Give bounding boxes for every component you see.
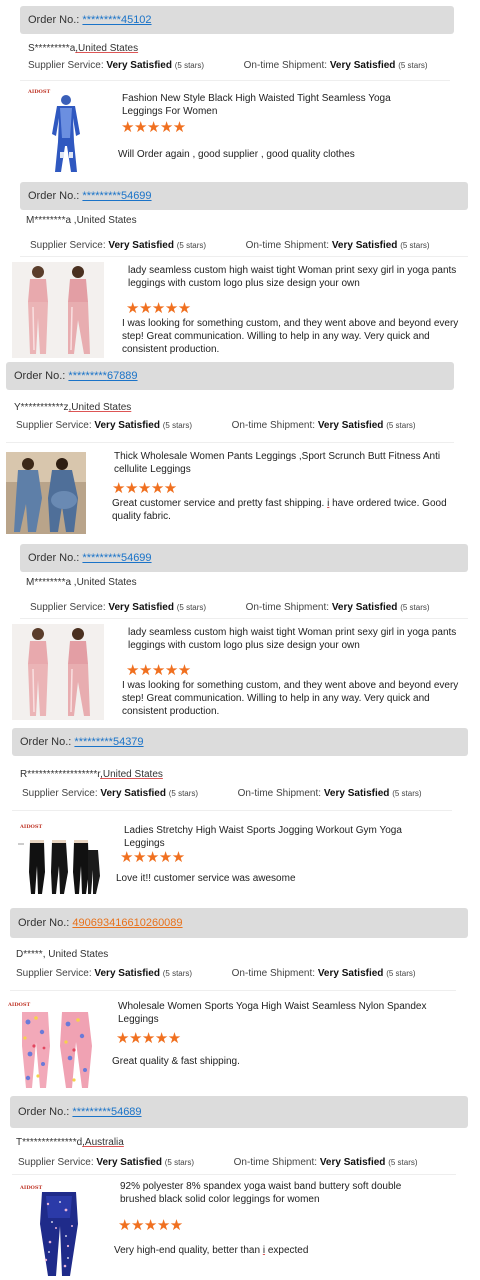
review-text: Will Order again , good supplier , good … <box>118 149 355 160</box>
review-card: Order No.: *********67889 Y***********z,… <box>0 362 480 542</box>
review-card: Order No.: *********54379 R*************… <box>0 724 480 906</box>
rating-stars: ★★★★★ <box>121 119 186 136</box>
divider <box>20 618 468 619</box>
divider <box>20 80 450 81</box>
review-card: Order No.: *********54689 T*************… <box>0 1094 480 1280</box>
rating-stars: ★★★★★ <box>112 480 177 497</box>
buyer-location: M********a ,United States <box>26 577 137 588</box>
review-card: Order No.: 490693416610260089 D*****, Un… <box>0 906 480 1094</box>
svg-text:AIDOST: AIDOST <box>19 824 43 830</box>
order-label: Order No.: <box>14 370 66 382</box>
product-thumbnail[interactable]: AIDOST <box>24 86 104 176</box>
product-thumbnail[interactable] <box>12 624 104 720</box>
product-title[interactable]: lady seamless custom high waist tight Wo… <box>128 626 464 652</box>
rating-stars: ★★★★★ <box>118 1217 183 1234</box>
review-card: Order No.: *********54699 M********a ,Un… <box>0 180 480 362</box>
review-text: I was looking for something custom, and … <box>122 318 459 355</box>
service-ratings: Supplier Service: Very Satisfied (5 star… <box>30 602 430 613</box>
product-title[interactable]: lady seamless custom high waist tight Wo… <box>128 264 464 290</box>
order-number-bar: Order No.: *********67889 <box>6 362 454 390</box>
divider <box>10 990 456 991</box>
rating-stars: ★★★★★ <box>116 1030 181 1047</box>
order-number-bar: Order No.: *********45102 <box>20 6 454 34</box>
svg-text:AIDOST: AIDOST <box>27 89 51 95</box>
floral-leggings-icon: AIDOST <box>8 1002 92 1088</box>
buyer-location: T**************d,Australia <box>16 1137 124 1148</box>
pink-leggings-models-icon <box>12 262 104 358</box>
product-title[interactable]: Fashion New Style Black High Waisted Tig… <box>122 92 412 118</box>
order-number-bar: Order No.: *********54699 <box>20 182 468 210</box>
black-leggings-icon: AIDOST <box>18 824 100 894</box>
rating-stars: ★★★★★ <box>120 849 185 866</box>
order-label: Order No.: <box>18 1106 70 1118</box>
product-thumbnail[interactable]: AIDOST <box>8 998 100 1092</box>
svg-text:AIDOST: AIDOST <box>8 1002 31 1008</box>
order-number-bar: Order No.: *********54689 <box>10 1096 468 1128</box>
buyer-location: D*****, United States <box>16 949 109 960</box>
service-ratings: Supplier Service: Very Satisfied (5 star… <box>16 420 416 431</box>
order-number-bar: Order No.: *********54379 <box>12 728 468 756</box>
blue-bodysuit-icon: AIDOST <box>27 89 80 172</box>
galaxy-leggings-icon: AIDOST <box>19 1185 78 1276</box>
order-number-link[interactable]: *********45102 <box>82 14 151 26</box>
product-thumbnail[interactable] <box>12 262 104 358</box>
service-ratings: Supplier Service: Very Satisfied (5 star… <box>16 968 416 979</box>
rating-stars: ★★★★★ <box>126 662 191 679</box>
review-card: Order No.: *********54699 M********a ,Un… <box>0 542 480 724</box>
buyer-location: R******************r,United States <box>20 769 163 780</box>
order-number-link[interactable]: *********54379 <box>74 736 143 748</box>
order-number-bar: Order No.: *********54699 <box>20 544 468 572</box>
order-number-bar: Order No.: 490693416610260089 <box>10 908 468 938</box>
denim-leggings-models-icon <box>6 452 86 534</box>
order-label: Order No.: <box>18 917 70 929</box>
order-number-link[interactable]: *********54699 <box>82 190 151 202</box>
divider <box>20 256 468 257</box>
order-number-link[interactable]: *********54689 <box>72 1106 141 1118</box>
order-number-link[interactable]: 490693416610260089 <box>72 917 182 929</box>
buyer-location: S*********a,United States <box>28 43 139 54</box>
order-label: Order No.: <box>20 736 72 748</box>
divider <box>12 810 452 811</box>
order-label: Order No.: <box>28 552 80 564</box>
product-title[interactable]: Thick Wholesale Women Pants Leggings ,Sp… <box>114 450 444 476</box>
review-text: Love it!! customer service was awesome <box>116 873 296 884</box>
product-thumbnail[interactable] <box>6 452 86 534</box>
svg-text:AIDOST: AIDOST <box>19 1185 43 1191</box>
product-title[interactable]: Ladies Stretchy High Waist Sports Joggin… <box>124 824 440 850</box>
product-thumbnail[interactable]: AIDOST <box>16 1182 100 1278</box>
rating-stars: ★★★★★ <box>126 300 191 317</box>
product-title[interactable]: 92% polyester 8% spandex yoga waist band… <box>120 1180 440 1206</box>
pink-leggings-models-icon <box>12 624 104 720</box>
order-number-link[interactable]: *********67889 <box>68 370 137 382</box>
review-text: Very high-end quality, better than i exp… <box>114 1245 309 1256</box>
divider <box>6 442 454 443</box>
buyer-location: M********a ,United States <box>26 215 137 226</box>
service-ratings: Supplier Service: Very Satisfied (5 star… <box>28 60 428 71</box>
divider <box>12 1174 456 1175</box>
order-label: Order No.: <box>28 14 80 26</box>
buyer-location: Y***********z,United States <box>14 402 132 413</box>
review-text: I was looking for something custom, and … <box>122 680 459 717</box>
product-title[interactable]: Wholesale Women Sports Yoga High Waist S… <box>118 1000 440 1026</box>
review-card: Order No.: *********45102 S*********a,Un… <box>0 0 480 180</box>
review-text: Great quality & fast shipping. <box>112 1056 240 1067</box>
order-number-link[interactable]: *********54699 <box>82 552 151 564</box>
service-ratings: Supplier Service: Very Satisfied (5 star… <box>22 788 422 799</box>
review-text: Great customer service and pretty fast s… <box>112 498 447 522</box>
product-thumbnail[interactable]: AIDOST <box>18 820 102 900</box>
order-label: Order No.: <box>28 190 80 202</box>
service-ratings: Supplier Service: Very Satisfied (5 star… <box>30 240 430 251</box>
service-ratings: Supplier Service: Very Satisfied (5 star… <box>18 1157 418 1168</box>
